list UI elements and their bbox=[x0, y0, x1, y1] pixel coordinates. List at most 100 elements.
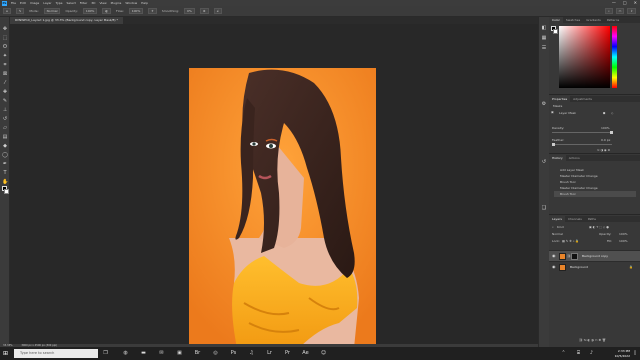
feather-slider[interactable] bbox=[552, 143, 612, 146]
visibility-eye-icon[interactable]: ◉ bbox=[552, 265, 556, 269]
share-icon[interactable]: ⇪ bbox=[627, 8, 636, 14]
search-icon[interactable]: ⌕ bbox=[604, 8, 613, 14]
crop-tool-icon[interactable]: ⌗ bbox=[2, 62, 8, 68]
mode-select[interactable]: Normal bbox=[43, 8, 61, 14]
density-slider[interactable] bbox=[552, 131, 613, 134]
visibility-eye-icon[interactable]: ◉ bbox=[552, 254, 556, 258]
menu-image[interactable]: Image bbox=[30, 1, 39, 5]
menu-select[interactable]: Select bbox=[67, 1, 76, 5]
volume-icon[interactable]: ♪ bbox=[588, 350, 595, 357]
notifications-icon[interactable]: ▯ bbox=[632, 350, 638, 357]
layer-row-background[interactable]: ◉ Background 🔒 bbox=[549, 261, 640, 272]
maximize-button[interactable]: □ bbox=[623, 0, 627, 5]
minimize-button[interactable]: — bbox=[612, 0, 616, 5]
tab-swatches[interactable]: Swatches bbox=[563, 17, 583, 23]
menu-3d[interactable]: 3D bbox=[91, 1, 95, 5]
menu-file[interactable]: File bbox=[11, 1, 16, 5]
smoothing-field[interactable]: 0% bbox=[184, 8, 195, 14]
layers-panel-icon[interactable]: ❑ bbox=[541, 205, 547, 211]
tab-layers[interactable]: Layers bbox=[549, 216, 565, 222]
feather-slider-knob[interactable] bbox=[552, 143, 555, 146]
menu-edit[interactable]: Edit bbox=[20, 1, 26, 5]
angle-icon[interactable]: ∠ bbox=[213, 8, 223, 14]
hue-slider[interactable] bbox=[612, 26, 617, 88]
eyedropper-tool-icon[interactable]: ⁄ bbox=[2, 80, 8, 86]
task-view-icon[interactable]: ❐ bbox=[102, 350, 109, 357]
spotify-icon[interactable]: ♫ bbox=[248, 350, 255, 357]
opacity-field[interactable]: 100% bbox=[82, 8, 98, 14]
premiere-app-icon[interactable]: Pr bbox=[284, 350, 291, 357]
bridge-app-icon[interactable]: Br bbox=[194, 350, 201, 357]
vector-mask-icon[interactable]: ◇ bbox=[611, 111, 613, 115]
history-item-current[interactable]: Brush Tool bbox=[554, 191, 636, 197]
tab-adjustments[interactable]: Adjustments bbox=[570, 96, 595, 102]
menu-help[interactable]: Help bbox=[141, 1, 148, 5]
tab-properties[interactable]: Properties bbox=[549, 96, 571, 102]
pen-tool-icon[interactable]: ✒ bbox=[2, 161, 8, 167]
close-window-button[interactable]: ✕ bbox=[634, 0, 637, 5]
blend-mode-select[interactable]: Normal bbox=[552, 232, 563, 236]
swatches-panel-icon[interactable]: ▦ bbox=[541, 35, 547, 41]
libraries-panel-icon[interactable]: ☰ bbox=[541, 45, 547, 51]
dodge-tool-icon[interactable]: ◯ bbox=[2, 152, 8, 158]
lock-icon[interactable]: 🔒 bbox=[629, 265, 633, 269]
layer-filter-icons[interactable]: ▣ ◐ T ⬚ ◇ ● bbox=[589, 225, 609, 229]
properties-panel-icon[interactable]: ⚙ bbox=[541, 101, 547, 107]
density-value[interactable]: 100% bbox=[601, 126, 610, 130]
menu-plugins[interactable]: Plugins bbox=[111, 1, 122, 5]
after-effects-app-icon[interactable]: Ae bbox=[302, 350, 309, 357]
history-panel-icon[interactable]: ↺ bbox=[541, 159, 547, 165]
tab-history[interactable]: History bbox=[549, 155, 566, 161]
layer-fill-field[interactable]: 100% bbox=[619, 239, 628, 243]
discord-icon[interactable]: ☺ bbox=[320, 350, 327, 357]
flow-field[interactable]: 100% bbox=[128, 8, 144, 14]
feather-value[interactable]: 0.0 px bbox=[601, 138, 610, 142]
tab-actions[interactable]: Actions bbox=[566, 155, 583, 161]
quick-select-tool-icon[interactable]: ✦ bbox=[2, 53, 8, 59]
background-color-swatch[interactable] bbox=[4, 189, 9, 194]
taskbar-clock[interactable]: 2:33 PM 10/5/2022 bbox=[615, 349, 630, 358]
brush-preset-icon[interactable]: ✎ bbox=[15, 8, 25, 14]
menu-window[interactable]: Window bbox=[125, 1, 137, 5]
layer-name[interactable]: Background bbox=[570, 262, 588, 273]
menu-filter[interactable]: Filter bbox=[80, 1, 87, 5]
color-panel-icon[interactable]: ◧ bbox=[541, 25, 547, 31]
history-brush-tool-icon[interactable]: ↺ bbox=[2, 116, 8, 122]
color-background-swatch[interactable] bbox=[553, 29, 558, 34]
frame-tool-icon[interactable]: ⊠ bbox=[2, 71, 8, 77]
layer-kind-filter[interactable]: Kind bbox=[557, 225, 564, 229]
menu-layer[interactable]: Layer bbox=[43, 1, 51, 5]
clone-stamp-tool-icon[interactable]: ⊥ bbox=[2, 107, 8, 113]
density-slider-knob[interactable] bbox=[610, 131, 613, 134]
gradient-tool-icon[interactable]: ▤ bbox=[2, 134, 8, 140]
layers-footer-icons[interactable]: ⛓ fx ◐ ◑ ▭ ✚ 🗑 bbox=[579, 338, 606, 342]
menu-type[interactable]: Type bbox=[56, 1, 63, 5]
layer-opacity-field[interactable]: 100% bbox=[619, 232, 628, 236]
edge-browser-icon[interactable]: ◍ bbox=[122, 350, 129, 357]
hand-tool-icon[interactable]: ✋ bbox=[2, 179, 8, 185]
marquee-tool-icon[interactable]: ⬚ bbox=[2, 35, 8, 41]
brush-tool-icon[interactable]: ✎ bbox=[2, 98, 8, 104]
document-tab[interactable]: RVNWP10_Layout 1.jpg @ 33.3% (Background… bbox=[10, 17, 124, 24]
pixel-mask-icon[interactable]: ◼ bbox=[603, 111, 606, 115]
tab-patterns[interactable]: Patterns bbox=[604, 17, 622, 23]
healing-brush-tool-icon[interactable]: ✚ bbox=[2, 89, 8, 95]
photoshop-app-icon[interactable]: Ps bbox=[230, 350, 237, 357]
chrome-icon[interactable]: ◎ bbox=[212, 350, 219, 357]
lasso-tool-icon[interactable]: ʘ bbox=[2, 44, 8, 50]
system-tray-icons[interactable]: ⌃ bbox=[560, 350, 567, 357]
tab-color[interactable]: Color bbox=[549, 17, 563, 23]
lightroom-app-icon[interactable]: Lr bbox=[266, 350, 273, 357]
photoshop-logo[interactable]: Ps bbox=[2, 0, 7, 6]
layer-mask-thumbnail[interactable] bbox=[571, 253, 578, 260]
tab-paths[interactable]: Paths bbox=[585, 216, 599, 222]
menu-view[interactable]: View bbox=[99, 1, 106, 5]
file-explorer-icon[interactable]: ▬ bbox=[140, 350, 147, 357]
tab-gradients[interactable]: Gradients bbox=[583, 17, 604, 23]
filter-search-icon[interactable]: ⌕ bbox=[552, 225, 554, 229]
airbrush-icon[interactable]: ✈ bbox=[148, 8, 157, 14]
blur-tool-icon[interactable]: ◆ bbox=[2, 143, 8, 149]
layer-row-background-copy[interactable]: ◉ ⛓ Background copy bbox=[549, 250, 640, 261]
windows-start-icon[interactable]: ⊞ bbox=[3, 350, 10, 357]
type-tool-icon[interactable]: T bbox=[2, 170, 8, 176]
